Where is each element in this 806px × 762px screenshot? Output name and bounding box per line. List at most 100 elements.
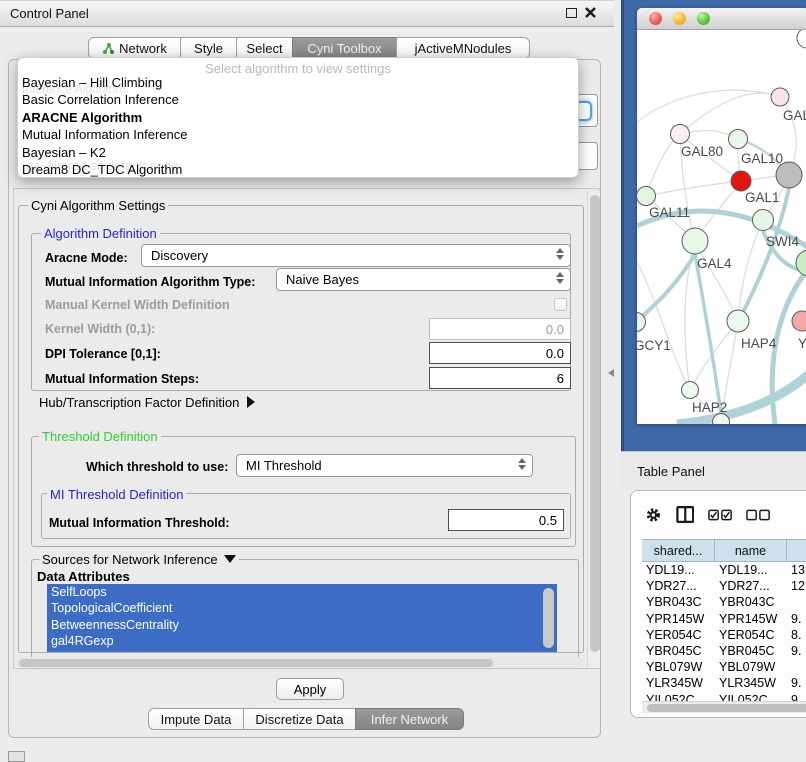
select-all-icon[interactable]	[708, 509, 732, 521]
show-columns-icon[interactable]	[676, 505, 695, 524]
table-cell: YIL052C	[715, 692, 787, 702]
deselect-all-icon[interactable]	[746, 509, 770, 521]
zoom-window-icon[interactable]	[697, 12, 710, 25]
table-row[interactable]: YIL052CYIL052C9	[642, 692, 806, 702]
data-attributes-label: Data Attributes	[37, 569, 130, 584]
network-node[interactable]	[797, 30, 806, 48]
table-cell: YBL079W	[715, 659, 787, 675]
tab-impute-data[interactable]: Impute Data	[148, 708, 244, 730]
table-header-row: shared...nameA	[642, 539, 806, 562]
dpi-tolerance-field[interactable]: 0.0	[429, 342, 571, 364]
network-icon	[102, 42, 115, 55]
table-toolbar	[631, 491, 806, 538]
tab-infer-network[interactable]: Infer Network	[355, 708, 464, 730]
gear-icon[interactable]	[645, 506, 662, 524]
tab-network[interactable]: Network	[88, 37, 181, 59]
close-window-icon[interactable]	[649, 12, 662, 25]
manual-kernel-checkbox[interactable]	[554, 298, 567, 311]
apply-button[interactable]: Apply	[276, 678, 344, 700]
table-cell: 8.	[787, 627, 806, 643]
network-node-gal4[interactable]	[682, 228, 708, 254]
vertical-scrollbar[interactable]	[587, 191, 600, 668]
table-cell: YER054C	[642, 627, 715, 643]
table-row[interactable]: YLR345WYLR345W9.	[642, 675, 806, 691]
network-edge[interactable]	[637, 90, 780, 122]
network-edge[interactable]	[646, 134, 680, 196]
table-row[interactable]: YDR27...YDR27...12	[642, 578, 806, 594]
list-scrollbar[interactable]	[543, 588, 554, 648]
hub-section-toggle[interactable]: Hub/Transcription Factor Definition	[39, 395, 255, 410]
network-edge[interactable]	[740, 188, 789, 318]
horizontal-scrollbar[interactable]	[17, 657, 585, 668]
table-horizontal-scrollbar[interactable]	[642, 701, 806, 713]
attribute-item[interactable]: BetweennessCentrality	[47, 617, 557, 633]
table-row[interactable]: YDL19...YDL19...13	[642, 562, 806, 578]
network-node-y[interactable]	[792, 311, 806, 331]
panel-title: Control Panel	[10, 6, 89, 21]
table-cell: YBR045C	[642, 643, 715, 659]
network-edge[interactable]	[646, 181, 741, 196]
scrollbar-thumb[interactable]	[19, 659, 493, 667]
scrollbar-thumb[interactable]	[590, 195, 600, 652]
control-panel-tabs: Network StyleSelectCyni Toolbox jActiveMNo…	[88, 37, 530, 59]
node-label: GAL1	[745, 190, 780, 205]
tab-label: Network	[119, 41, 167, 56]
mi-type-select[interactable]: Naive Bayes	[276, 268, 571, 291]
attribute-item[interactable]: SelfLoops	[47, 584, 557, 600]
network-canvas[interactable]: GALGAL80GAL10GAL1GAL11SWI4GAL4GCY1HAP4YH…	[637, 30, 806, 424]
aracne-mode-select[interactable]: Discovery	[141, 244, 571, 267]
tab-jactivemnodules[interactable]: jActiveMNodules	[396, 37, 530, 59]
which-threshold-value: MI Threshold	[246, 458, 322, 473]
network-node[interactable]	[776, 162, 802, 188]
network-node-hap2[interactable]	[682, 382, 699, 399]
network-edge[interactable]	[738, 220, 763, 321]
network-node[interactable]	[796, 250, 806, 276]
table-panel-header: Table Panel	[621, 451, 806, 489]
tab-select[interactable]: Select	[236, 37, 293, 59]
network-node-gal80[interactable]	[671, 125, 690, 144]
attribute-item[interactable]: gal4RGexp	[47, 633, 557, 649]
float-panel-icon[interactable]	[566, 8, 577, 18]
mi-threshold-field[interactable]: 0.5	[448, 509, 564, 531]
minimized-panel-icon[interactable]	[8, 751, 25, 762]
close-icon[interactable]	[585, 7, 596, 18]
kernel-width-field[interactable]: 0.0	[429, 318, 571, 340]
network-node-gal[interactable]	[771, 88, 789, 106]
table-row[interactable]: YPR145WYPR145W9.	[642, 611, 806, 627]
network-node-hap4[interactable]	[727, 310, 749, 332]
popup-item[interactable]: Mutual Information Inference	[18, 126, 578, 143]
collapse-down-icon	[224, 555, 236, 563]
column-header[interactable]: shared...	[642, 540, 715, 561]
network-node-gal10[interactable]	[729, 130, 748, 149]
table-row[interactable]: YBR045CYBR045C9.	[642, 643, 806, 659]
tab-style[interactable]: Style	[180, 37, 237, 59]
network-window-titlebar[interactable]	[637, 8, 806, 30]
table-row[interactable]: YBL079WYBL079W	[642, 659, 806, 675]
attribute-item[interactable]: TopologicalCoefficient	[47, 600, 557, 616]
network-edge[interactable]	[680, 93, 780, 134]
column-header[interactable]: name	[715, 540, 787, 561]
scrollbar-thumb[interactable]	[647, 704, 806, 712]
sources-title-label: Sources for Network Inference	[42, 552, 218, 567]
network-node-gal11[interactable]	[637, 187, 656, 206]
sources-title[interactable]: Sources for Network Inference	[39, 552, 239, 567]
mi-steps-field[interactable]: 6	[429, 367, 571, 389]
network-node-swi4[interactable]	[753, 210, 774, 231]
tab-label: Discretize Data	[255, 712, 343, 727]
tab-cyni-toolbox[interactable]: Cyni Toolbox	[292, 37, 397, 59]
popup-item[interactable]: ARACNE Algorithm	[18, 109, 578, 126]
network-node-gal1[interactable]	[731, 171, 751, 191]
table-cell: YIL052C	[642, 692, 715, 702]
data-attributes-list[interactable]: SelfLoopsTopologicalCoefficientBetweenne…	[47, 584, 557, 652]
column-header[interactable]: A	[787, 540, 806, 561]
network-edge[interactable]	[677, 374, 806, 424]
table-row[interactable]: YER054CYER054C8.	[642, 627, 806, 643]
table-row[interactable]: YBR043CYBR043C	[642, 594, 806, 610]
combo-arrows-icon	[518, 458, 526, 470]
tab-discretize-data[interactable]: Discretize Data	[243, 708, 356, 730]
hub-section-label: Hub/Transcription Factor Definition	[39, 395, 239, 410]
split-pane-handle[interactable]	[608, 369, 614, 377]
tab-label: jActiveMNodules	[415, 41, 512, 56]
minimize-window-icon[interactable]	[673, 12, 686, 25]
which-threshold-select[interactable]: MI Threshold	[236, 454, 533, 477]
